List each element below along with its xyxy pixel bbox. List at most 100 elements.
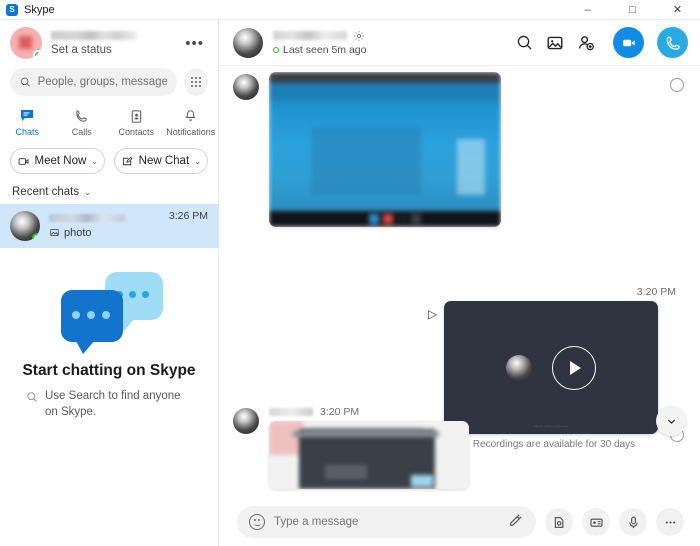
presence-indicator: [33, 50, 42, 59]
close-button[interactable]: ✕: [655, 0, 700, 20]
more-options-button[interactable]: [656, 508, 684, 536]
image-attachment[interactable]: [269, 72, 501, 227]
empty-state-hint-label: Use Search to find anyone on Skype.: [45, 390, 181, 418]
search-icon[interactable]: [516, 34, 533, 51]
chevron-down-icon: ⌄: [91, 156, 98, 166]
preview-label: photo: [64, 226, 92, 239]
chat-bubbles-illustration: [49, 272, 169, 354]
list-item-texts: photo: [49, 213, 169, 239]
new-chat-label: New Chat: [138, 155, 190, 167]
minimize-button[interactable]: –: [565, 0, 610, 20]
microphone-button[interactable]: [619, 508, 647, 536]
screenshot-thumbnail: [269, 72, 501, 227]
bell-icon: [183, 107, 198, 124]
message-content: [269, 72, 501, 227]
meet-now-label: Meet Now: [34, 155, 87, 167]
chevron-down-icon: [667, 419, 675, 424]
sidebar-item-chats[interactable]: Chats: [0, 102, 55, 142]
skype-logo-icon: S: [6, 3, 18, 16]
list-item-preview: photo: [49, 227, 169, 239]
message-composer: [219, 498, 700, 546]
gallery-icon[interactable]: [546, 34, 564, 52]
title-bar: S Skype – □ ✕: [0, 0, 700, 20]
play-icon[interactable]: [552, 345, 597, 390]
video-icon: [18, 157, 28, 165]
avatar-image: [19, 36, 32, 49]
page-title: [273, 31, 347, 40]
empty-state-title: Start chatting on Skype: [22, 362, 196, 379]
phone-icon: [74, 107, 89, 124]
video-call-icon: [622, 39, 635, 46]
screenshot-thumbnail: [269, 421, 469, 489]
attach-file-button[interactable]: [545, 508, 573, 536]
profile-texts: Set a status: [51, 30, 181, 56]
profile-more-button[interactable]: •••: [181, 34, 208, 53]
set-status-label[interactable]: Set a status: [51, 44, 181, 56]
sidebar-item-contacts[interactable]: Contacts: [109, 102, 164, 142]
profile-row[interactable]: Set a status •••: [0, 20, 218, 66]
message-timestamp: 3:20 PM: [320, 406, 360, 418]
emoji-icon[interactable]: [249, 514, 265, 530]
list-item-time: 3:26 PM: [168, 210, 208, 222]
sidebar-item-calls[interactable]: Calls: [55, 102, 110, 142]
dialpad-icon: [191, 77, 202, 87]
message-input-container[interactable]: [237, 506, 536, 538]
add-person-icon[interactable]: [577, 34, 595, 52]
contact-name: [49, 213, 125, 222]
chevron-down-icon: ⌄: [84, 187, 91, 197]
message-list[interactable]: 3:20 PM ▷ skype video message Recordings…: [219, 66, 700, 498]
message-incoming-image: [219, 72, 700, 227]
message-timestamp: 3:20 PM: [636, 286, 676, 298]
search-box[interactable]: [10, 68, 178, 96]
window-title: Skype: [24, 3, 55, 16]
status-badge: Last seen 5m ago: [273, 44, 516, 56]
bubble-front-icon: [61, 290, 123, 354]
photo-icon: [50, 229, 59, 236]
presence-indicator: [32, 233, 40, 241]
sidebar: Set a status ••• People, groups, message…: [0, 20, 219, 546]
search-icon: [20, 77, 30, 87]
chat-title-row: [273, 30, 516, 42]
sidebar-item-notifications[interactable]: Notifications: [164, 102, 219, 142]
profile-name: [51, 30, 137, 40]
audio-call-icon: [666, 36, 680, 50]
video-call-button[interactable]: [613, 27, 644, 58]
chat-icon: [19, 107, 35, 124]
empty-state-hint: Use Search to find anyone on Skype.: [0, 389, 218, 420]
maximize-button[interactable]: □: [610, 0, 655, 20]
message-meta: 3:20 PM: [269, 406, 469, 418]
avatar: [233, 408, 259, 434]
more-options-icon: [665, 520, 675, 524]
audio-call-button[interactable]: [657, 27, 688, 58]
new-chat-button[interactable]: New Chat ⌄: [113, 148, 208, 174]
sidebar-item-label: Calls: [71, 127, 92, 137]
list-item[interactable]: photo 3:26 PM: [0, 204, 218, 248]
scroll-to-bottom-button[interactable]: [656, 406, 686, 436]
contact-card-button[interactable]: [582, 508, 610, 536]
search-input[interactable]: [37, 76, 168, 88]
recent-chats-header[interactable]: Recent chats ⌄: [0, 174, 218, 204]
presence-indicator: [273, 46, 279, 53]
empty-state: Start chatting on Skype Use Search to fi…: [0, 248, 218, 546]
meet-now-button[interactable]: Meet Now ⌄: [10, 148, 105, 174]
avatar[interactable]: [10, 27, 42, 59]
search-icon: [27, 392, 37, 402]
gear-icon[interactable]: [353, 30, 365, 42]
chat-header-texts: Last seen 5m ago: [273, 30, 516, 56]
window-controls: – □ ✕: [565, 0, 700, 20]
recent-chats-label: Recent chats: [12, 186, 80, 198]
search-row: [0, 68, 218, 96]
image-attachment[interactable]: [269, 421, 469, 489]
sidebar-item-label: Notifications: [166, 127, 216, 137]
dialpad-button[interactable]: [184, 68, 208, 96]
attach-file-icon: [554, 516, 563, 528]
chat-header: Last seen 5m ago: [219, 20, 700, 66]
contacts-icon: [129, 107, 144, 124]
message-input[interactable]: [274, 516, 499, 528]
skype-window: S Skype – □ ✕ Set a status ••• People, g…: [0, 0, 700, 546]
message-incoming-image-2: 3:20 PM: [219, 406, 700, 489]
format-text-icon[interactable]: [508, 512, 524, 533]
emoji-react-icon[interactable]: [670, 78, 684, 92]
avatar[interactable]: [233, 27, 263, 58]
message-content: 3:20 PM: [269, 406, 469, 489]
